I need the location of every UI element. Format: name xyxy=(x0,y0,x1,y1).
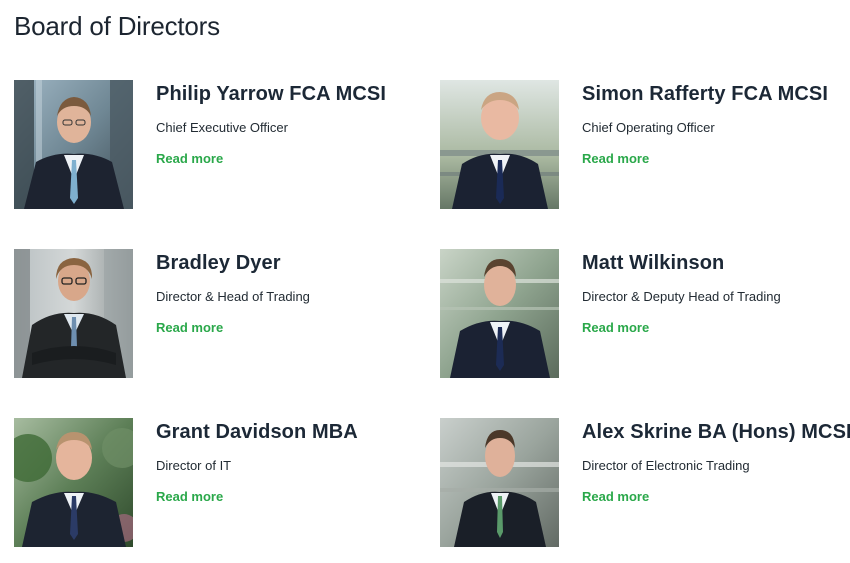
director-role: Chief Operating Officer xyxy=(582,120,715,135)
director-photo[interactable] xyxy=(14,418,133,547)
read-more-link[interactable]: Read more xyxy=(582,489,649,505)
director-photo[interactable] xyxy=(14,80,133,209)
director-name: Bradley Dyer xyxy=(156,252,281,274)
director-card-alex-skrine: Alex Skrine BA (Hons) MCSI Director of E… xyxy=(440,418,850,548)
director-name: Simon Rafferty FCA MCSI xyxy=(582,83,829,105)
director-role: Director of Electronic Trading xyxy=(582,458,750,473)
read-more-link[interactable]: Read more xyxy=(156,320,223,336)
director-photo[interactable] xyxy=(440,249,559,378)
director-name: Grant Davidson MBA xyxy=(156,421,358,443)
director-photo[interactable] xyxy=(440,418,559,547)
director-role: Director & Deputy Head of Trading xyxy=(582,289,781,304)
director-card-matt-wilkinson: Matt Wilkinson Director & Deputy Head of… xyxy=(440,249,850,379)
director-role: Chief Executive Officer xyxy=(156,120,288,135)
director-photo[interactable] xyxy=(440,80,559,209)
director-card-bradley-dyer: Bradley Dyer Director & Head of Trading … xyxy=(14,249,424,379)
directors-grid: Philip Yarrow FCA MCSI Chief Executive O… xyxy=(0,0,850,563)
director-photo[interactable] xyxy=(14,249,133,378)
read-more-link[interactable]: Read more xyxy=(156,489,223,505)
director-card-philip-yarrow: Philip Yarrow FCA MCSI Chief Executive O… xyxy=(14,80,424,210)
read-more-link[interactable]: Read more xyxy=(582,320,649,336)
director-name: Matt Wilkinson xyxy=(582,252,725,274)
director-role: Director of IT xyxy=(156,458,232,473)
read-more-link[interactable]: Read more xyxy=(582,151,649,167)
director-name: Alex Skrine BA (Hons) MCSI xyxy=(582,421,850,443)
director-name: Philip Yarrow FCA MCSI xyxy=(156,83,387,105)
director-card-simon-rafferty: Simon Rafferty FCA MCSI Chief Operating … xyxy=(440,80,850,210)
director-card-grant-davidson: Grant Davidson MBA Director of IT Read m… xyxy=(14,418,424,548)
director-role: Director & Head of Trading xyxy=(156,289,310,304)
read-more-link[interactable]: Read more xyxy=(156,151,223,167)
